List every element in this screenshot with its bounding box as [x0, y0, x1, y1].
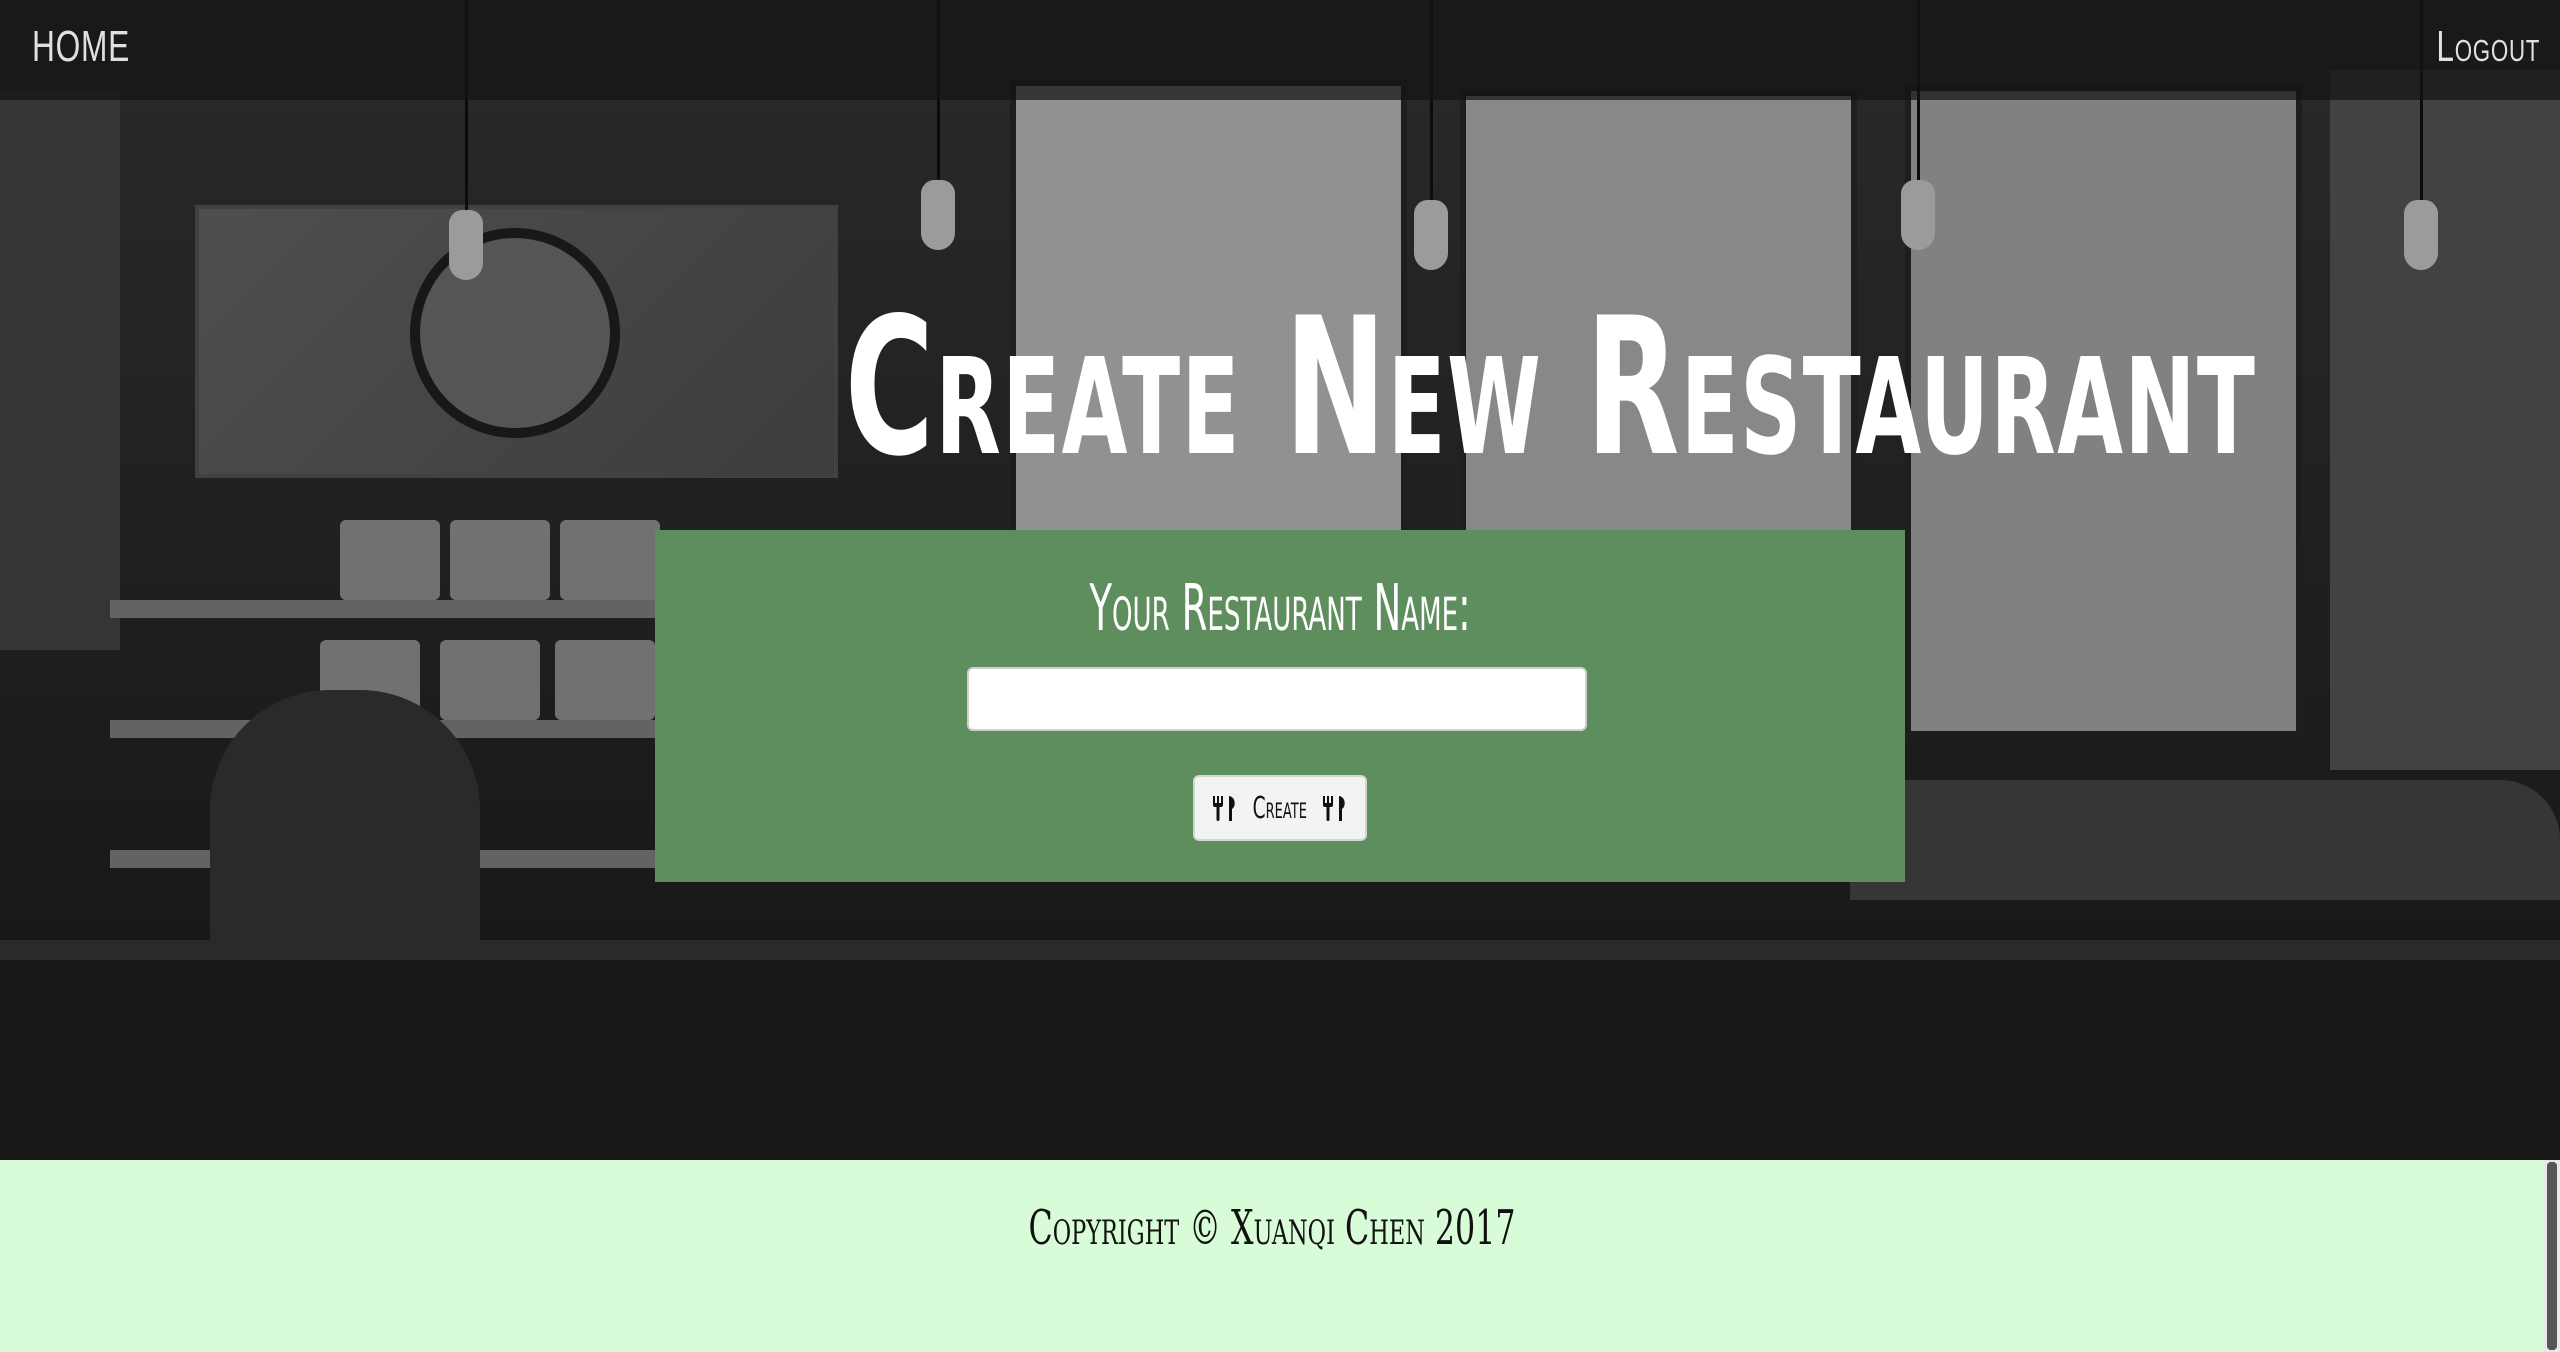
vertical-scrollbar[interactable] [2544, 1160, 2560, 1352]
home-link[interactable]: HOME [32, 22, 130, 72]
logout-link[interactable]: Logout [2436, 22, 2540, 72]
create-button-label: Create [1252, 790, 1308, 826]
cutlery-icon [1322, 796, 1345, 821]
page-title: Create New Restaurant [844, 277, 2257, 498]
create-button[interactable]: Create [1193, 775, 1367, 841]
restaurant-name-label: Your Restaurant Name: [1089, 572, 1471, 646]
restaurant-name-input[interactable] [967, 667, 1587, 731]
page-footer: Copyright © Xuanqi Chen 2017 [0, 1160, 2544, 1352]
cutlery-icon [1213, 796, 1235, 821]
create-restaurant-form: Your Restaurant Name: Create [655, 530, 1905, 882]
scrollbar-thumb[interactable] [2547, 1162, 2557, 1350]
copyright-text: Copyright © Xuanqi Chen 2017 [1028, 1200, 1516, 1256]
top-navbar: HOME Logout [0, 0, 2560, 100]
